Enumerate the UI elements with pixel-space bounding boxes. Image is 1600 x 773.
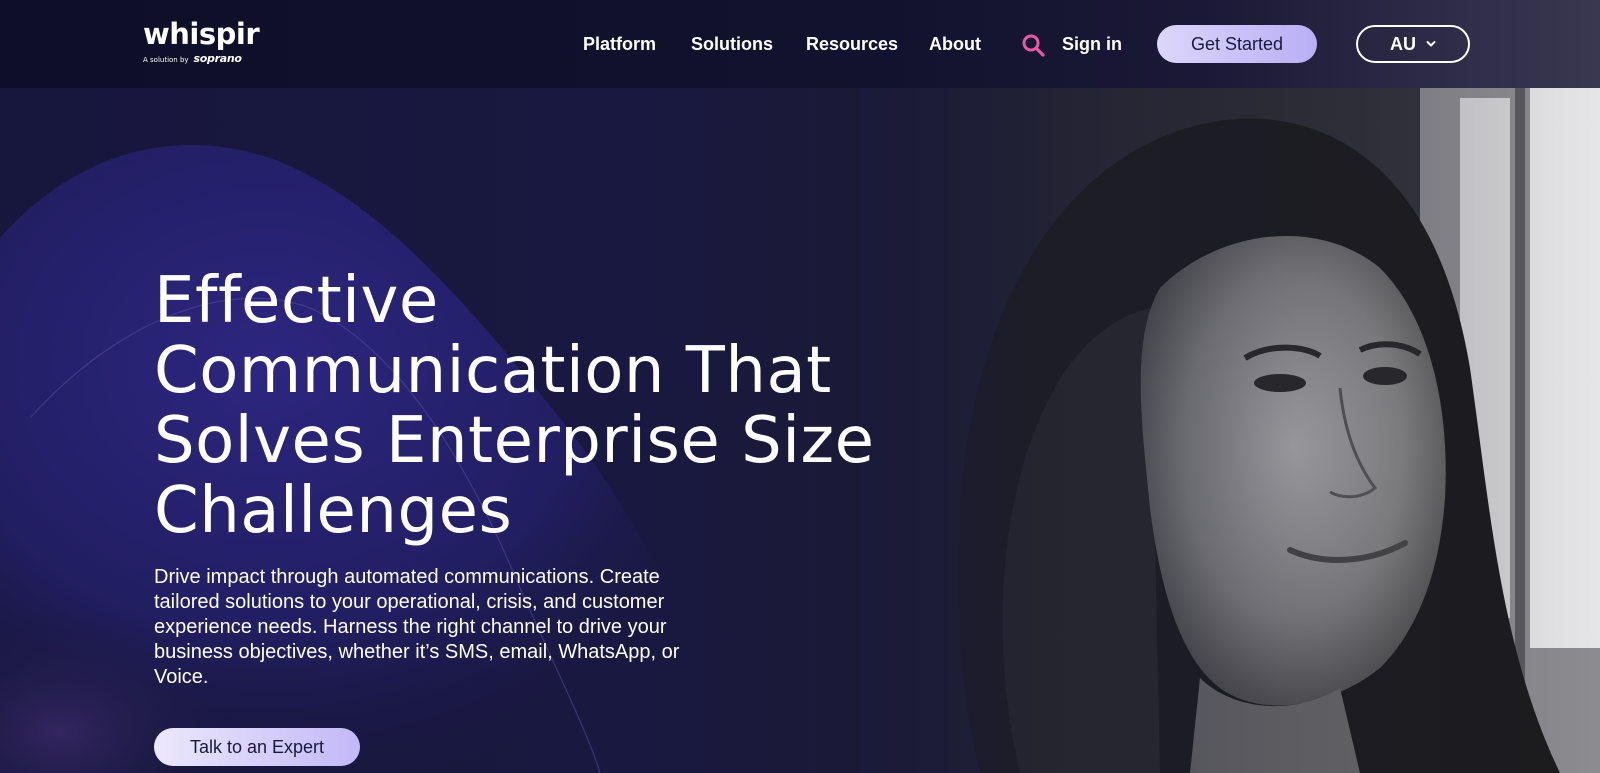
talk-to-expert-label: Talk to an Expert [189,736,325,757]
logo-wordmark: whispir [143,17,260,51]
nav-about[interactable]: About [929,34,981,55]
nav-resources[interactable]: Resources [806,34,898,55]
site-header: whispir A solution by soprano Platform S… [0,0,1600,88]
sign-in-link[interactable]: Sign in [1062,34,1122,55]
get-started-label: Get Started [1190,33,1284,54]
region-selector[interactable]: AU [1356,25,1470,63]
get-started-button[interactable]: Get Started [1157,25,1317,63]
woman-portrait-image [860,88,1600,773]
soprano-brand: soprano [193,52,242,65]
nav-platform[interactable]: Platform [583,34,656,55]
talk-to-expert-button[interactable]: Talk to an Expert [154,728,360,766]
region-label: AU [1390,33,1416,54]
nav-solutions[interactable]: Solutions [691,34,773,55]
logo-tagline: A solution by soprano [143,52,273,65]
whispir-logo[interactable]: whispir A solution by soprano [143,17,273,73]
hero-description: Drive impact through automated communica… [154,566,680,688]
hero-headline: Effective Communication That Solves Ente… [154,264,875,548]
chevron-down-icon [1426,41,1436,47]
search-icon[interactable] [1021,33,1045,57]
logo-tagline-prefix: A solution by [143,56,189,64]
hero-section: Effective Communication That Solves Ente… [0,88,1600,773]
